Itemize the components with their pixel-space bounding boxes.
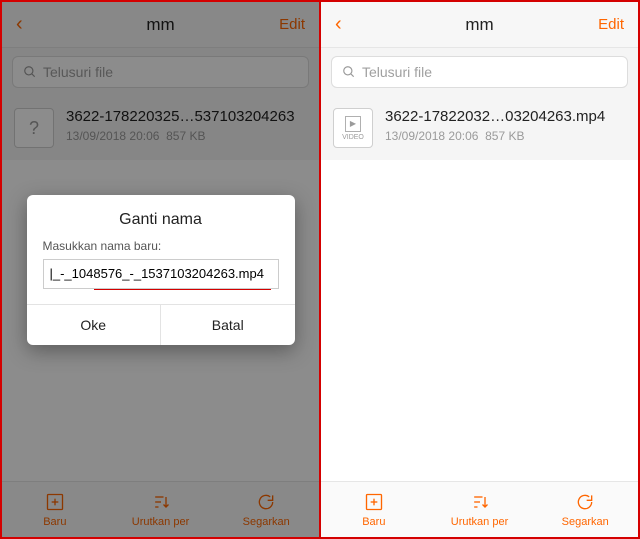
refresh-button[interactable]: Segarkan — [532, 482, 638, 537]
extension-highlight: .mp4 — [572, 108, 605, 125]
rename-input[interactable] — [43, 259, 279, 289]
ok-button[interactable]: Oke — [27, 305, 161, 345]
sort-button[interactable]: Urutkan per — [427, 482, 533, 537]
file-name: 3622-17822032…03204263.mp4 — [385, 108, 626, 125]
back-button[interactable]: ‹ — [335, 13, 375, 36]
edit-button[interactable]: Edit — [584, 16, 624, 33]
search-icon — [342, 65, 356, 79]
refresh-label: Segarkan — [562, 516, 609, 528]
new-button[interactable]: Baru — [321, 482, 427, 537]
page-title: mm — [375, 15, 584, 35]
header: ‹ mm Edit — [321, 2, 638, 48]
left-pane: ‹ mm Edit Telusuri file ? 3622-178220325… — [2, 2, 321, 537]
content-area — [321, 160, 638, 481]
chevron-left-icon: ‹ — [335, 13, 342, 35]
file-meta: 13/09/2018 20:06 857 KB — [385, 129, 626, 143]
new-icon — [364, 492, 384, 512]
sort-label: Urutkan per — [451, 516, 508, 528]
file-list: ▶ VIDEO 3622-17822032…03204263.mp4 13/09… — [321, 96, 638, 160]
file-row[interactable]: ▶ VIDEO 3622-17822032…03204263.mp4 13/09… — [331, 100, 628, 156]
rename-dialog: Ganti nama Masukkan nama baru: Oke Batal — [27, 195, 295, 345]
refresh-icon — [575, 492, 595, 512]
file-thumb-video-icon: ▶ VIDEO — [333, 108, 373, 148]
bottom-bar: Baru Urutkan per Segarkan — [321, 481, 638, 537]
search-placeholder: Telusuri file — [362, 64, 432, 80]
dialog-title: Ganti nama — [27, 195, 295, 239]
new-label: Baru — [362, 516, 385, 528]
sort-icon — [470, 492, 490, 512]
cancel-button[interactable]: Batal — [160, 305, 295, 345]
dialog-buttons: Oke Batal — [27, 304, 295, 345]
dialog-label: Masukkan nama baru: — [27, 239, 295, 253]
right-pane: ‹ mm Edit Telusuri file ▶ VIDEO 3622-178… — [321, 2, 638, 537]
rename-dialog-wrap: Ganti nama Masukkan nama baru: Oke Batal — [2, 2, 319, 537]
search-input[interactable]: Telusuri file — [331, 56, 628, 88]
